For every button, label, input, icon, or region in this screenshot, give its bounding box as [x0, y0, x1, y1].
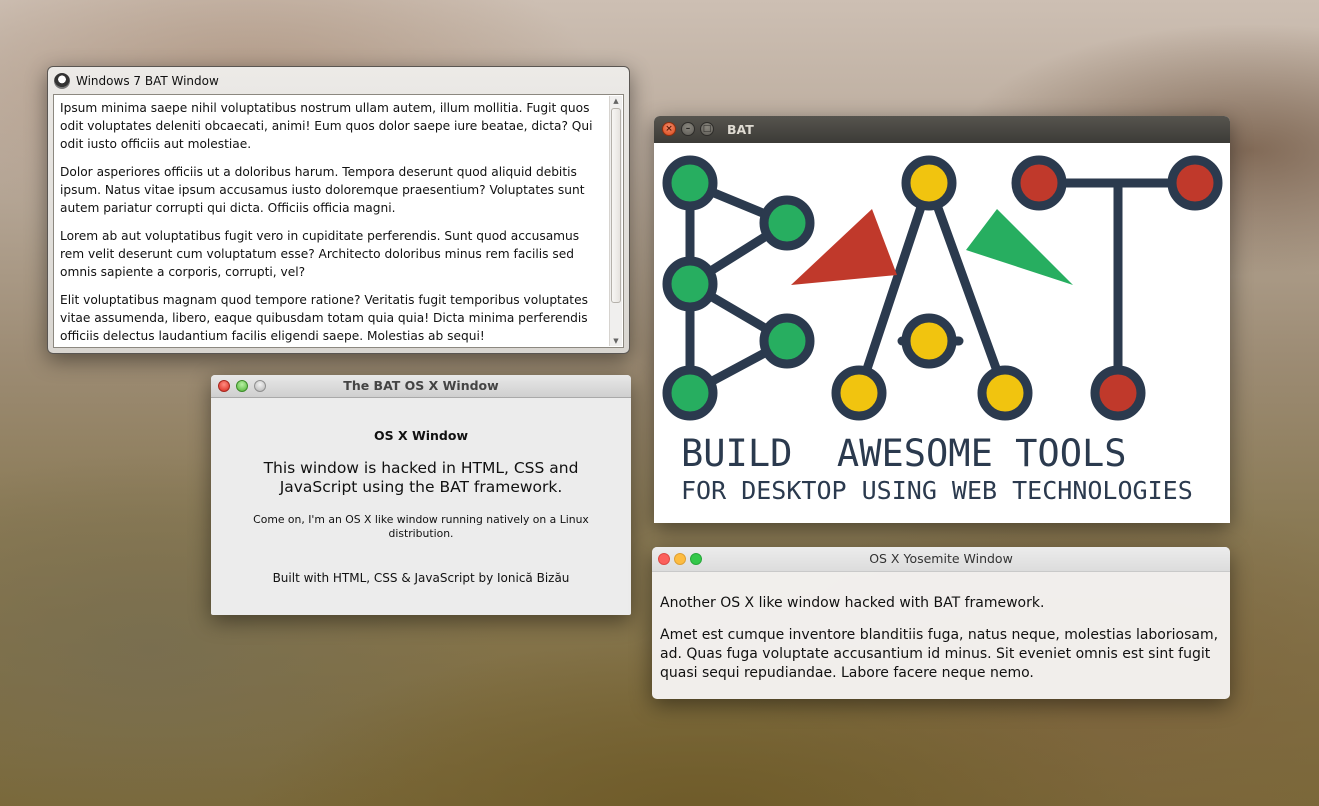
content-text: Another OS X like window hacked with BAT…	[660, 595, 1045, 611]
scroll-up-arrow-icon[interactable]: ▲	[610, 96, 622, 106]
window-title: Windows 7 BAT Window	[76, 74, 219, 88]
window-title: BAT	[727, 122, 754, 137]
windows7-window: Windows 7 BAT Window Ipsum minima saepe …	[47, 66, 630, 354]
content-footer: Built with HTML, CSS & JavaScript by Ion…	[272, 571, 570, 585]
bat-logo: BUILD AWESOME TOOLS FOR DESKTOP USING WE…	[662, 155, 1223, 505]
window-titlebar[interactable]: OS X Yosemite Window	[652, 547, 1230, 572]
vertical-scrollbar[interactable]: ▲ ▼	[609, 96, 622, 346]
paragraph: Elit voluptatibus magnam quod tempore ra…	[60, 293, 588, 343]
content-paragraph: Amet est cumque inventore blanditiis fug…	[660, 627, 1219, 681]
scrollbar-thumb[interactable]	[611, 108, 621, 303]
close-button[interactable]: ×	[662, 122, 676, 136]
content-text: This window is hacked in HTML, CSS and J…	[263, 459, 579, 496]
osx-window: The BAT OS X Window OS X Window This win…	[211, 375, 631, 615]
maximize-button[interactable]: □	[700, 122, 714, 136]
window-title: The BAT OS X Window	[343, 378, 499, 393]
logo-subtagline: FOR DESKTOP USING WEB TECHNOLOGIES	[681, 476, 1193, 505]
text-body: Ipsum minima saepe nihil voluptatibus no…	[60, 99, 605, 347]
content-subtext: Come on, I'm an OS X like window running…	[253, 513, 589, 540]
window-titlebar[interactable]: × – □ BAT	[654, 116, 1230, 143]
window-titlebar[interactable]: The BAT OS X Window	[211, 375, 631, 398]
paragraph: Dolor asperiores officiis ut a doloribus…	[60, 165, 585, 215]
paragraph: Lorem ab aut voluptatibus fugit vero in …	[60, 229, 580, 279]
yosemite-window: OS X Yosemite Window Another OS X like w…	[652, 547, 1230, 699]
scroll-down-arrow-icon[interactable]: ▼	[610, 336, 622, 346]
logo-tagline: BUILD AWESOME TOOLS	[681, 432, 1127, 475]
bat-window: × – □ BAT BUILD AWESOME TOOLS FOR DESKTO…	[654, 116, 1230, 523]
content-heading: OS X Window	[373, 428, 469, 443]
app-icon	[54, 73, 70, 89]
paragraph: Ipsum minima saepe nihil voluptatibus no…	[60, 101, 593, 151]
window-titlebar[interactable]: Windows 7 BAT Window	[54, 71, 219, 91]
window-title: OS X Yosemite Window	[869, 551, 1013, 566]
minimize-button[interactable]: –	[681, 122, 695, 136]
window-content: Ipsum minima saepe nihil voluptatibus no…	[53, 94, 624, 348]
